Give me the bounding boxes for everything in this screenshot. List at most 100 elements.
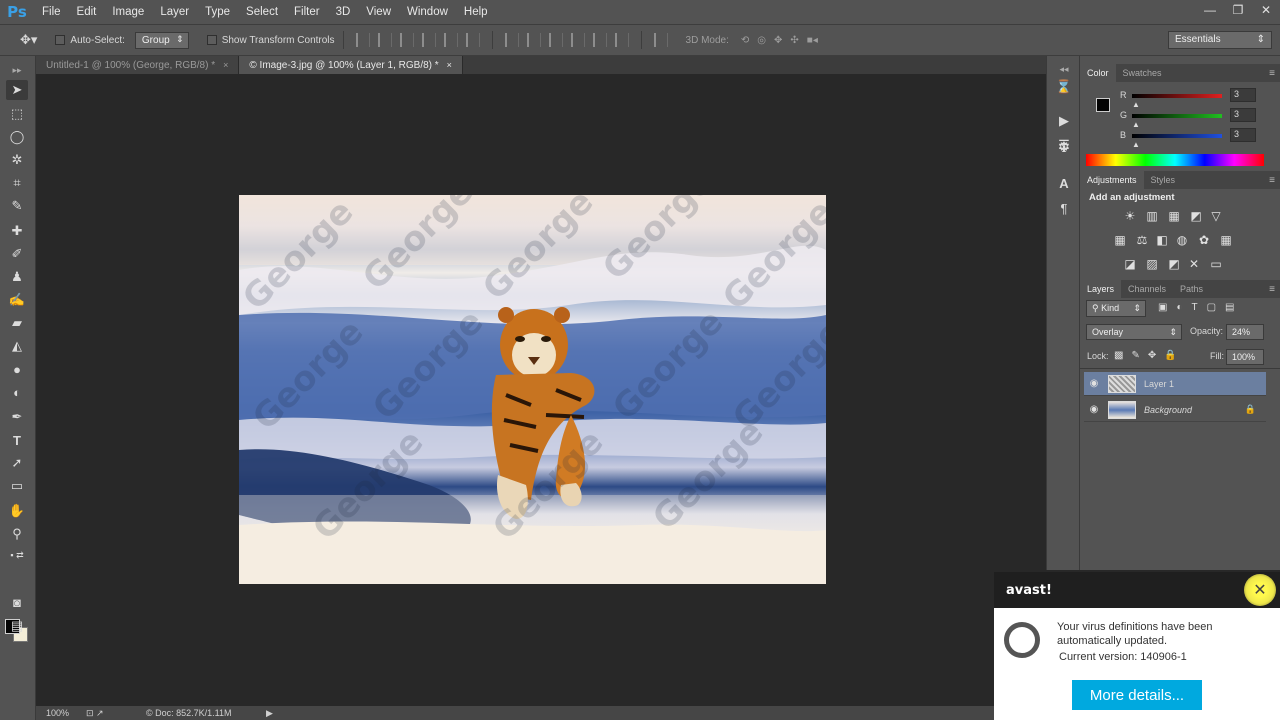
history-icon[interactable]: ⌛ [1055,78,1073,96]
tab-layers[interactable]: Layers [1080,280,1122,298]
restore-button[interactable]: ❐ [1224,0,1252,20]
color-balance-icon[interactable]: ⚖ [1134,232,1150,248]
menu-file[interactable]: File [34,6,69,18]
collapse-panels-icon[interactable]: ◂◂ [1055,60,1073,78]
blue-slider[interactable]: B ▲ 3 [1080,128,1280,149]
tab-paths[interactable]: Paths [1173,280,1210,298]
gradient-map-icon[interactable]: ▭ [1208,256,1224,272]
distribute-left-icon[interactable] [570,33,585,47]
layer-filter-dropdown[interactable]: ⚲ Kind ⇕ [1086,300,1146,317]
status-menu-arrow[interactable]: ▶ [266,708,273,719]
hand-tool-icon[interactable]: ✋ [6,501,28,521]
eraser-tool-icon[interactable]: ▰ [6,313,28,333]
levels-icon[interactable]: ▥ [1144,208,1160,224]
auto-align-icon[interactable] [653,33,668,47]
close-icon[interactable]: × [447,60,452,70]
3d-roll-icon[interactable]: ◎ [757,35,766,46]
red-slider[interactable]: R ▲ 3 [1080,88,1280,109]
magic-wand-tool-icon[interactable]: ✲ [6,150,28,170]
menu-type[interactable]: Type [197,6,238,18]
invert-icon[interactable]: ◪ [1122,256,1138,272]
slider-thumb-icon[interactable]: ▲ [1132,140,1140,149]
move-tool-icon[interactable]: ✥▾ [20,32,37,48]
blend-mode-dropdown[interactable]: Overlay ⇕ [1086,324,1182,340]
layer-name[interactable]: Layer 1 [1144,379,1174,389]
workspace-dropdown[interactable]: Essentials ⇕ [1168,31,1272,49]
brush-tool-icon[interactable]: ✐ [6,244,28,264]
eyedropper-tool-icon[interactable]: ✎ [6,196,28,216]
actions-icon[interactable]: ▶ [1055,112,1073,130]
tab-swatches[interactable]: Swatches [1116,64,1169,82]
more-details-button[interactable]: More details... [1072,680,1202,710]
menu-select[interactable]: Select [238,6,286,18]
tab-styles[interactable]: Styles [1144,171,1183,189]
menu-layer[interactable]: Layer [152,6,197,18]
3d-scale-icon[interactable]: ■◂ [807,35,818,46]
green-slider[interactable]: G ▲ 3 [1080,108,1280,129]
blue-track[interactable] [1132,134,1222,138]
menu-help[interactable]: Help [456,6,496,18]
zoom-tool-icon[interactable]: ⚲ [6,524,28,544]
dodge-tool-icon[interactable]: ◐ [6,382,28,402]
posterize-icon[interactable]: ▨ [1144,256,1160,272]
transform-controls-checkbox[interactable] [206,35,217,45]
opacity-field[interactable]: 24% [1226,324,1264,340]
menu-view[interactable]: View [358,6,399,18]
eye-icon[interactable]: ◉ [1084,404,1104,415]
paint-bucket-tool-icon[interactable]: ◭ [6,336,28,356]
close-window-button[interactable]: ✕ [1252,0,1280,20]
auto-select-dropdown[interactable]: Group [134,31,189,49]
menu-image[interactable]: Image [104,6,152,18]
menu-window[interactable]: Window [399,6,456,18]
selective-color-icon[interactable]: ✕ [1186,256,1202,272]
align-vcenter-icon[interactable] [377,33,392,47]
tab-channels[interactable]: Channels [1121,280,1173,298]
tab-image-3[interactable]: © Image-3.jpg @ 100% (Layer 1, RGB/8) * … [239,56,463,74]
hue-saturation-icon[interactable]: ▦ [1112,232,1128,248]
color-lookup-icon[interactable]: ▦ [1218,232,1234,248]
swap-colors-icon[interactable]: ▪ ⇄ [6,545,28,565]
toolbox-collapse-icon[interactable]: ▸▸ [6,60,28,80]
layer-row-layer-1[interactable]: ◉ Layer 1 [1084,372,1266,396]
move-tool-icon[interactable]: ➤ [6,80,28,100]
layer-name[interactable]: Background [1144,405,1192,415]
channel-mixer-icon[interactable]: ✿ [1196,232,1212,248]
type-tool-icon[interactable]: T [6,430,28,450]
black-white-icon[interactable]: ◧ [1154,232,1170,248]
distribute-right-icon[interactable] [614,33,629,47]
marquee-tool-icon[interactable]: ⬚ [6,104,28,124]
rectangle-tool-icon[interactable]: ▭ [6,476,28,496]
color-spectrum[interactable] [1086,154,1264,166]
tab-adjustments[interactable]: Adjustments [1080,171,1144,189]
align-hcenter-icon[interactable] [443,33,458,47]
auto-select-checkbox[interactable] [55,35,66,45]
close-icon[interactable]: × [223,60,228,70]
distribute-bottom-icon[interactable] [548,33,563,47]
blue-value[interactable]: 3 [1230,128,1256,142]
lock-icons[interactable]: ▩✎✥🔒 [1114,350,1185,361]
zoom-level[interactable]: 100% [46,708,86,718]
align-bottom-icon[interactable] [399,33,414,47]
green-value[interactable]: 3 [1230,108,1256,122]
quick-mask-icon[interactable]: ◙ [6,592,28,612]
crop-tool-icon[interactable]: ⌗ [6,173,28,193]
brightness-contrast-icon[interactable]: ☀ [1122,208,1138,224]
align-right-icon[interactable] [465,33,480,47]
align-left-icon[interactable] [421,33,436,47]
threshold-icon[interactable]: ◩ [1166,256,1182,272]
fill-field[interactable]: 100% [1226,349,1264,365]
character-icon[interactable]: A [1055,174,1073,192]
green-track[interactable] [1132,114,1222,118]
menu-filter[interactable]: Filter [286,6,328,18]
clone-stamp-tool-icon[interactable]: ♟ [6,267,28,287]
panel-menu-icon[interactable]: ≡ [1269,68,1275,79]
history-brush-tool-icon[interactable]: ✍ [6,290,28,310]
distribute-vcenter-icon[interactable] [526,33,541,47]
red-value[interactable]: 3 [1230,88,1256,102]
paragraph-icon[interactable]: ¶ [1055,199,1073,217]
eye-icon[interactable]: ◉ [1084,378,1104,389]
menu-edit[interactable]: Edit [69,6,105,18]
path-selection-tool-icon[interactable]: ➚ [6,453,28,473]
layer-row-background[interactable]: ◉ Background 🔒 [1084,398,1266,422]
healing-brush-tool-icon[interactable]: ✚ [6,221,28,241]
